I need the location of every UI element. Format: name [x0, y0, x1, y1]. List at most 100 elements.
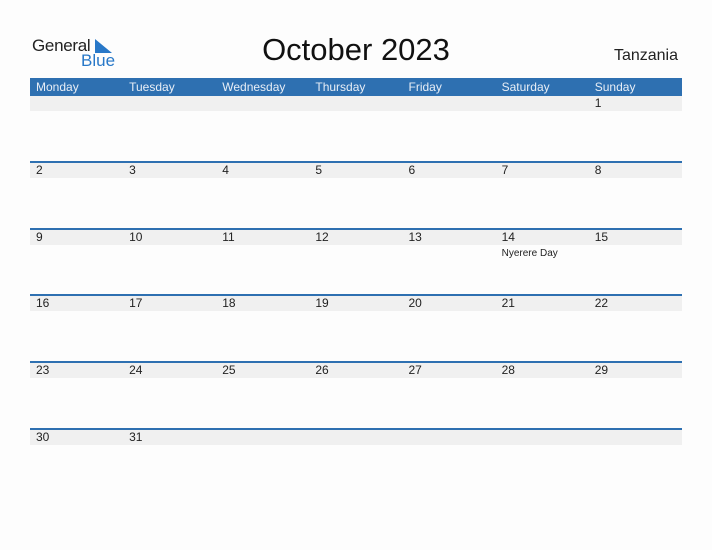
- weekday-sunday: Sunday: [594, 80, 636, 94]
- holiday-label: [496, 178, 589, 192]
- holiday-label: [216, 178, 309, 192]
- day-number: 23: [36, 363, 50, 377]
- day-number: 28: [501, 363, 515, 377]
- day-number: 8: [594, 163, 602, 177]
- week-row: 9 10 11 12 13 14 15 Nyerere Day: [30, 228, 682, 259]
- holiday-label: [123, 178, 216, 192]
- day-number: 17: [129, 296, 143, 310]
- day-number: [309, 430, 402, 445]
- holiday-label: [589, 378, 682, 392]
- holiday-label: [309, 111, 402, 125]
- holiday-label: [496, 378, 589, 392]
- holiday-label: [123, 378, 216, 392]
- holiday-row: [30, 445, 682, 459]
- holiday-label: [216, 245, 309, 259]
- weekday-wednesday: Wednesday: [222, 80, 286, 94]
- holiday-label: [30, 378, 123, 392]
- date-strip: 16 17 18 19 20 21 22: [30, 296, 682, 311]
- country-label: Tanzania: [613, 47, 678, 64]
- day-number: [589, 430, 682, 445]
- day-number: 10: [129, 230, 143, 244]
- week-row: 30 31: [30, 428, 682, 459]
- week-row: 23 24 25 26 27 28 29: [30, 361, 682, 392]
- holiday-label: [403, 378, 496, 392]
- date-strip: 30 31: [30, 430, 682, 445]
- holiday-row: Nyerere Day: [30, 245, 682, 259]
- day-number: 16: [36, 296, 50, 310]
- day-number: 29: [594, 363, 609, 377]
- holiday-label: [123, 445, 216, 459]
- holiday-row: [30, 378, 682, 392]
- day-number: 22: [594, 296, 609, 310]
- holiday-label: [496, 311, 589, 325]
- weekday-saturday: Saturday: [501, 80, 550, 94]
- holiday-label: [403, 111, 496, 125]
- day-number: 26: [315, 363, 329, 377]
- date-strip: 9 10 11 12 13 14 15: [30, 230, 682, 245]
- holiday-label: [216, 378, 309, 392]
- day-number: 15: [594, 230, 609, 244]
- weekday-tuesday: Tuesday: [129, 80, 175, 94]
- holiday-label: [30, 111, 123, 125]
- weekday-header: Monday Tuesday Wednesday Thursday Friday…: [30, 78, 682, 96]
- day-number: [216, 96, 309, 111]
- day-number: 11: [222, 230, 235, 244]
- day-number: 24: [129, 363, 143, 377]
- weekday-thursday: Thursday: [315, 80, 366, 94]
- holiday-label: [123, 311, 216, 325]
- holiday-label: [496, 445, 589, 459]
- day-number: 18: [222, 296, 236, 310]
- holiday-label: [30, 178, 123, 192]
- holiday-label: [30, 245, 123, 259]
- day-number: 20: [408, 296, 422, 310]
- holiday-label: [589, 445, 682, 459]
- day-number: [216, 430, 309, 445]
- holiday-label: [309, 378, 402, 392]
- day-number: [30, 96, 123, 111]
- day-number: 14: [501, 230, 515, 244]
- page-title: October 2023: [262, 32, 450, 67]
- holiday-label: [403, 311, 496, 325]
- holiday-row: [30, 178, 682, 192]
- day-number: 19: [315, 296, 329, 310]
- holiday-label: [309, 245, 402, 259]
- holiday-label: [403, 245, 496, 259]
- day-number: 1: [594, 96, 602, 110]
- day-number: 21: [501, 296, 515, 310]
- day-number: [309, 96, 402, 111]
- holiday-label: [403, 445, 496, 459]
- holiday-label: [123, 111, 216, 125]
- holiday-label: [309, 178, 402, 192]
- holiday-label: [589, 245, 682, 259]
- holiday-row: [30, 111, 682, 125]
- holiday-label: [216, 445, 309, 459]
- holiday-label: [30, 445, 123, 459]
- day-number: [403, 96, 496, 111]
- day-number: 6: [408, 163, 416, 177]
- holiday-label: [123, 245, 216, 259]
- week-row: 2 3 4 5 6 7 8: [30, 161, 682, 192]
- weekday-friday: Friday: [408, 80, 442, 94]
- week-row: 16 17 18 19 20 21 22: [30, 294, 682, 325]
- day-number: 27: [408, 363, 422, 377]
- holiday-label: [216, 111, 309, 125]
- day-number: 25: [222, 363, 236, 377]
- day-number: 9: [36, 230, 43, 244]
- day-number: 30: [36, 430, 50, 444]
- date-strip: 23 24 25 26 27 28 29: [30, 363, 682, 378]
- day-number: 5: [315, 163, 323, 177]
- day-number: 4: [222, 163, 229, 177]
- holiday-label: [309, 311, 402, 325]
- day-number: [403, 430, 496, 445]
- day-number: 13: [408, 230, 422, 244]
- holiday-label: [589, 111, 682, 125]
- weekday-monday: Monday: [36, 80, 79, 94]
- holiday-row: [30, 311, 682, 325]
- holiday-label: [309, 445, 402, 459]
- holiday-label: [589, 178, 682, 192]
- date-strip: 1: [30, 96, 682, 111]
- day-number: 12: [315, 230, 329, 244]
- holiday-label: [30, 311, 123, 325]
- day-number: 2: [36, 163, 43, 177]
- holiday-label: Nyerere Day: [501, 248, 558, 259]
